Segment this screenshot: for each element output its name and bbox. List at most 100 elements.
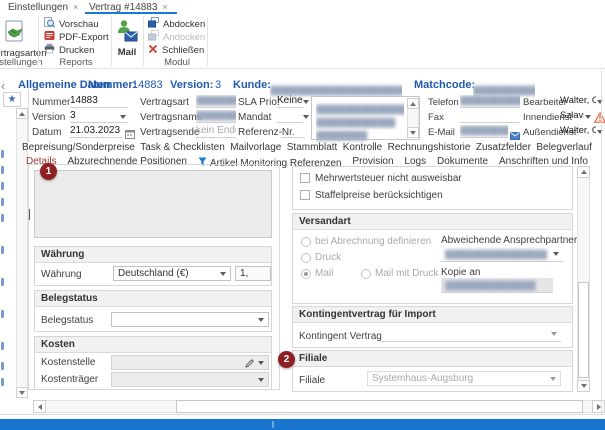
tab-zusatzfelder[interactable]: Zusatzfelder — [476, 142, 531, 155]
chevron-down-icon[interactable] — [120, 115, 126, 119]
vertragsname-input[interactable]: ██████████ — [196, 110, 236, 123]
filiale-section: Filiale Filiale Systemhaus-Augsburg — [292, 350, 573, 392]
belegstatus-label: Belegstatus — [41, 315, 93, 326]
sla-prio-label: SLA Prio. — [238, 97, 280, 108]
scroll-up-button[interactable] — [407, 98, 419, 109]
abweichende-ansprechpartner-select[interactable]: ██████████████████ — [441, 247, 563, 262]
abweichende-ansprechpartner-label: Abweichende Ansprechpartner — [441, 235, 577, 246]
steuern-box: Mehrwertsteuer nicht ausweisbar Staffelp… — [292, 166, 573, 210]
back-chevron-icon[interactable]: ‹ — [1, 78, 5, 93]
rail-divider — [28, 90, 29, 142]
close-tab-icon[interactable]: × — [73, 2, 78, 12]
kostentraeger-label: Kostenträger — [41, 374, 98, 385]
summary-version-label: Version: — [170, 79, 213, 91]
kopie-an-input[interactable]: ████████████████ — [441, 278, 553, 293]
tab-bepreisung-sonderpreise[interactable]: Bepreisung/Sonderpreise — [22, 142, 135, 155]
chevron-down-icon[interactable] — [597, 130, 603, 134]
ribbon-divider — [143, 17, 144, 66]
pencil-icon[interactable] — [245, 359, 254, 370]
favorite-star-icon[interactable]: ★ — [3, 92, 21, 107]
aussendienst-select[interactable]: Walter, Olive — [560, 125, 596, 138]
scroll-down-button[interactable] — [577, 380, 590, 392]
scroll-down-button[interactable] — [16, 387, 28, 398]
kostentraeger-select[interactable] — [111, 372, 269, 387]
dock-icon — [148, 30, 159, 44]
bearbeiter-select[interactable]: Walter, Olive — [560, 95, 596, 108]
email-label: E-Mail — [428, 127, 455, 138]
abdocken-button[interactable]: Abdocken — [148, 18, 205, 30]
staffelpreise-checkbox[interactable] — [300, 190, 310, 200]
vorschau-button[interactable]: Vorschau — [44, 18, 99, 30]
scroll-up-button[interactable] — [16, 108, 28, 119]
summary-nummer-value: 14883 — [132, 79, 163, 91]
mandat-label: Mandat — [238, 112, 271, 123]
pdf-export-button[interactable]: PDF-Export — [44, 31, 109, 43]
chevron-down-icon[interactable] — [303, 115, 309, 119]
window-tab-einstellungen[interactable]: Einstellungen × — [8, 1, 78, 13]
tab-mailvorlage[interactable]: Mailvorlage — [230, 142, 281, 155]
notes-textarea[interactable] — [34, 170, 272, 238]
clipped-text-fragment — [1, 246, 4, 254]
kosten-section: Kosten Kostenstelle Kostenträger — [34, 336, 272, 390]
mail-mit-druck-radio — [361, 269, 371, 279]
clipped-text-fragment — [1, 362, 4, 370]
close-tab-icon[interactable]: × — [162, 2, 167, 12]
vertragsende-input[interactable]: kein Ende — [196, 125, 236, 138]
fax-input[interactable] — [460, 110, 520, 123]
contract-types-icon — [2, 19, 28, 50]
drucken-button[interactable]: Drucken — [44, 44, 94, 56]
summary-version-value: 3 — [215, 79, 221, 91]
mehrwertsteuer-checkbox-label: Mehrwertsteuer nicht ausweisbar — [315, 173, 462, 184]
telefon-input[interactable]: ██████████████ — [460, 95, 520, 108]
summary-kunde-label: Kunde: — [233, 79, 271, 91]
datum-input[interactable]: 21.03.2023 — [70, 125, 122, 138]
kontingent-vertrag-select[interactable] — [381, 327, 561, 342]
belegstatus-section: Belegstatus Belegstatus — [34, 290, 272, 332]
window-bottom-border — [0, 414, 605, 415]
vscroll-thumb[interactable] — [578, 282, 589, 378]
tab-task-checklisten[interactable]: Task & Checklisten — [140, 142, 224, 155]
vertragsart-input[interactable]: ██████████ — [196, 95, 236, 108]
summary-nummer-label: Nummer: — [88, 79, 136, 91]
chevron-down-icon[interactable] — [303, 100, 309, 104]
taskbar[interactable] — [0, 419, 605, 430]
chevron-down-icon[interactable] — [585, 115, 591, 119]
referenz-nr-input[interactable] — [281, 125, 305, 138]
email-input[interactable]: ██████████████ — [460, 125, 508, 138]
chevron-down-icon — [258, 318, 264, 322]
hscroll-thumb[interactable] — [176, 400, 583, 413]
mehrwertsteuer-checkbox[interactable] — [300, 173, 310, 183]
window-right-border — [601, 70, 602, 414]
tab-stammblatt[interactable]: Stammblatt — [287, 142, 338, 155]
schliessen-button[interactable]: Schließen — [148, 44, 204, 56]
belegstatus-select[interactable] — [111, 312, 269, 327]
telefon-label: Telefon — [428, 97, 459, 108]
waehrung-factor-input[interactable]: 1, — [235, 266, 271, 281]
address-box[interactable]: ████████████████ ██████████████ ████████… — [311, 96, 420, 140]
chevron-down-icon — [258, 378, 264, 382]
nummer-label: Nummer — [32, 97, 70, 108]
clipped-text-fragment — [1, 198, 4, 206]
scroll-down-button[interactable] — [407, 127, 419, 138]
chevron-down-icon[interactable] — [597, 100, 603, 104]
kostenstelle-select[interactable] — [111, 355, 269, 370]
preview-icon — [44, 17, 55, 31]
waehrung-select[interactable]: Deutschland (€) — [113, 266, 231, 281]
scroll-right-button[interactable] — [592, 400, 605, 413]
tab-rechnungshistorie[interactable]: Rechnungshistorie — [388, 142, 471, 155]
innendienst-select[interactable]: Szlavik, N — [560, 110, 584, 123]
vertragsname-label: Vertragsname — [140, 112, 202, 123]
annotation-badge-2: 2 — [278, 351, 295, 368]
address-line-redacted: █████████ — [316, 125, 404, 143]
chevron-down-icon — [258, 361, 264, 365]
vorschau-label: Vorschau — [59, 19, 99, 30]
nummer-input[interactable]: 14883 — [70, 95, 128, 108]
tab-kontrolle[interactable]: Kontrolle — [343, 142, 382, 155]
scroll-left-button[interactable] — [33, 400, 46, 413]
sla-prio-select[interactable]: Keine — [277, 95, 303, 108]
tab-belegverlauf[interactable]: Belegverlauf — [536, 142, 592, 155]
mandat-select[interactable] — [277, 110, 303, 123]
mail-button[interactable]: Mail — [112, 18, 142, 66]
waehrung-label: Währung — [41, 269, 82, 280]
scroll-up-button[interactable] — [577, 166, 590, 178]
